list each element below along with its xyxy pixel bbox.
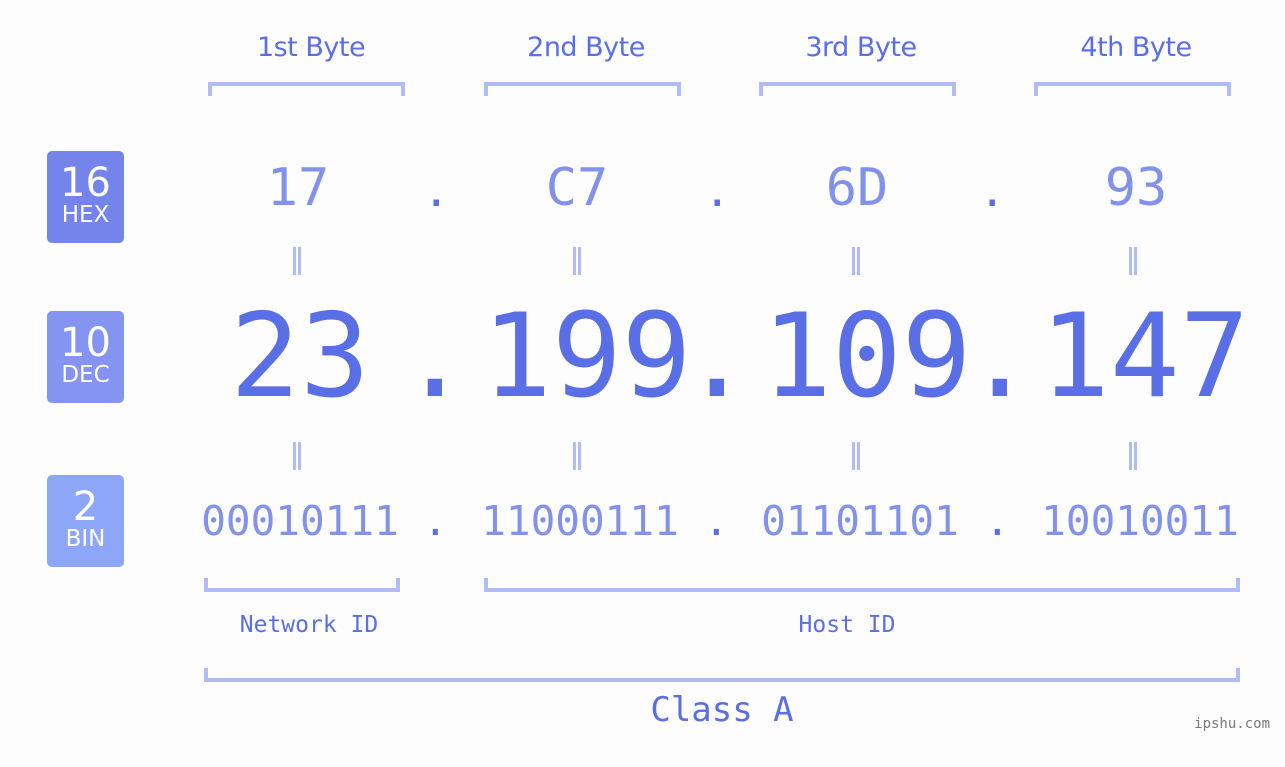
dec-value-4: 147 xyxy=(1040,289,1250,424)
bin-value-4: 10010011 xyxy=(1041,497,1239,545)
byte-header-2: 2nd Byte xyxy=(527,32,645,63)
dec-value-2: 199 xyxy=(482,289,692,424)
dec-separator-2: . xyxy=(682,289,752,424)
byte-bracket-1 xyxy=(208,82,405,96)
hex-value-4: 93 xyxy=(1104,158,1168,218)
bin-separator-3: . xyxy=(985,497,1010,545)
equals-mark xyxy=(573,247,581,275)
hex-value-2: C7 xyxy=(545,158,609,218)
bin-value-1: 00010111 xyxy=(201,497,399,545)
class-bracket xyxy=(204,668,1240,682)
dec-badge: 10 DEC xyxy=(47,311,124,403)
byte-header-1: 1st Byte xyxy=(256,32,366,63)
network-id-bracket xyxy=(204,578,400,592)
hex-separator-3: . xyxy=(979,166,1006,217)
equals-mark xyxy=(293,442,301,470)
dec-value-1: 23 xyxy=(230,289,370,424)
equals-mark xyxy=(1129,442,1137,470)
bin-value-2: 11000111 xyxy=(481,497,679,545)
byte-bracket-3 xyxy=(759,82,956,96)
dec-separator-3: . xyxy=(965,289,1035,424)
equals-mark xyxy=(1129,247,1137,275)
hex-base-number: 16 xyxy=(60,160,111,206)
bin-base-number: 2 xyxy=(72,484,99,530)
equals-mark xyxy=(852,247,860,275)
byte-bracket-2 xyxy=(484,82,681,96)
dec-base-label: DEC xyxy=(61,362,110,388)
byte-header-4: 4th Byte xyxy=(1080,32,1192,63)
bin-base-label: BIN xyxy=(65,526,106,552)
dec-base-number: 10 xyxy=(60,320,111,366)
equals-mark xyxy=(293,247,301,275)
bin-value-3: 01101101 xyxy=(761,497,959,545)
dec-separator-1: . xyxy=(400,289,470,424)
equals-mark xyxy=(852,442,860,470)
hex-value-3: 6D xyxy=(825,158,889,218)
host-id-bracket xyxy=(484,578,1240,592)
hex-separator-2: . xyxy=(704,166,731,217)
host-id-label: Host ID xyxy=(798,612,896,638)
hex-value-1: 17 xyxy=(266,158,330,218)
hex-badge: 16 HEX xyxy=(47,151,124,243)
bin-badge: 2 BIN xyxy=(47,475,124,567)
ip-class-label: Class A xyxy=(650,690,794,730)
equals-mark xyxy=(573,442,581,470)
hex-separator-1: . xyxy=(423,166,450,217)
bin-separator-2: . xyxy=(704,497,729,545)
dec-value-3: 109 xyxy=(762,289,972,424)
hex-base-label: HEX xyxy=(61,202,110,228)
watermark: ipshu.com xyxy=(1194,716,1270,732)
byte-header-3: 3rd Byte xyxy=(805,32,917,63)
bin-separator-1: . xyxy=(423,497,448,545)
byte-bracket-4 xyxy=(1034,82,1231,96)
network-id-label: Network ID xyxy=(239,612,379,638)
